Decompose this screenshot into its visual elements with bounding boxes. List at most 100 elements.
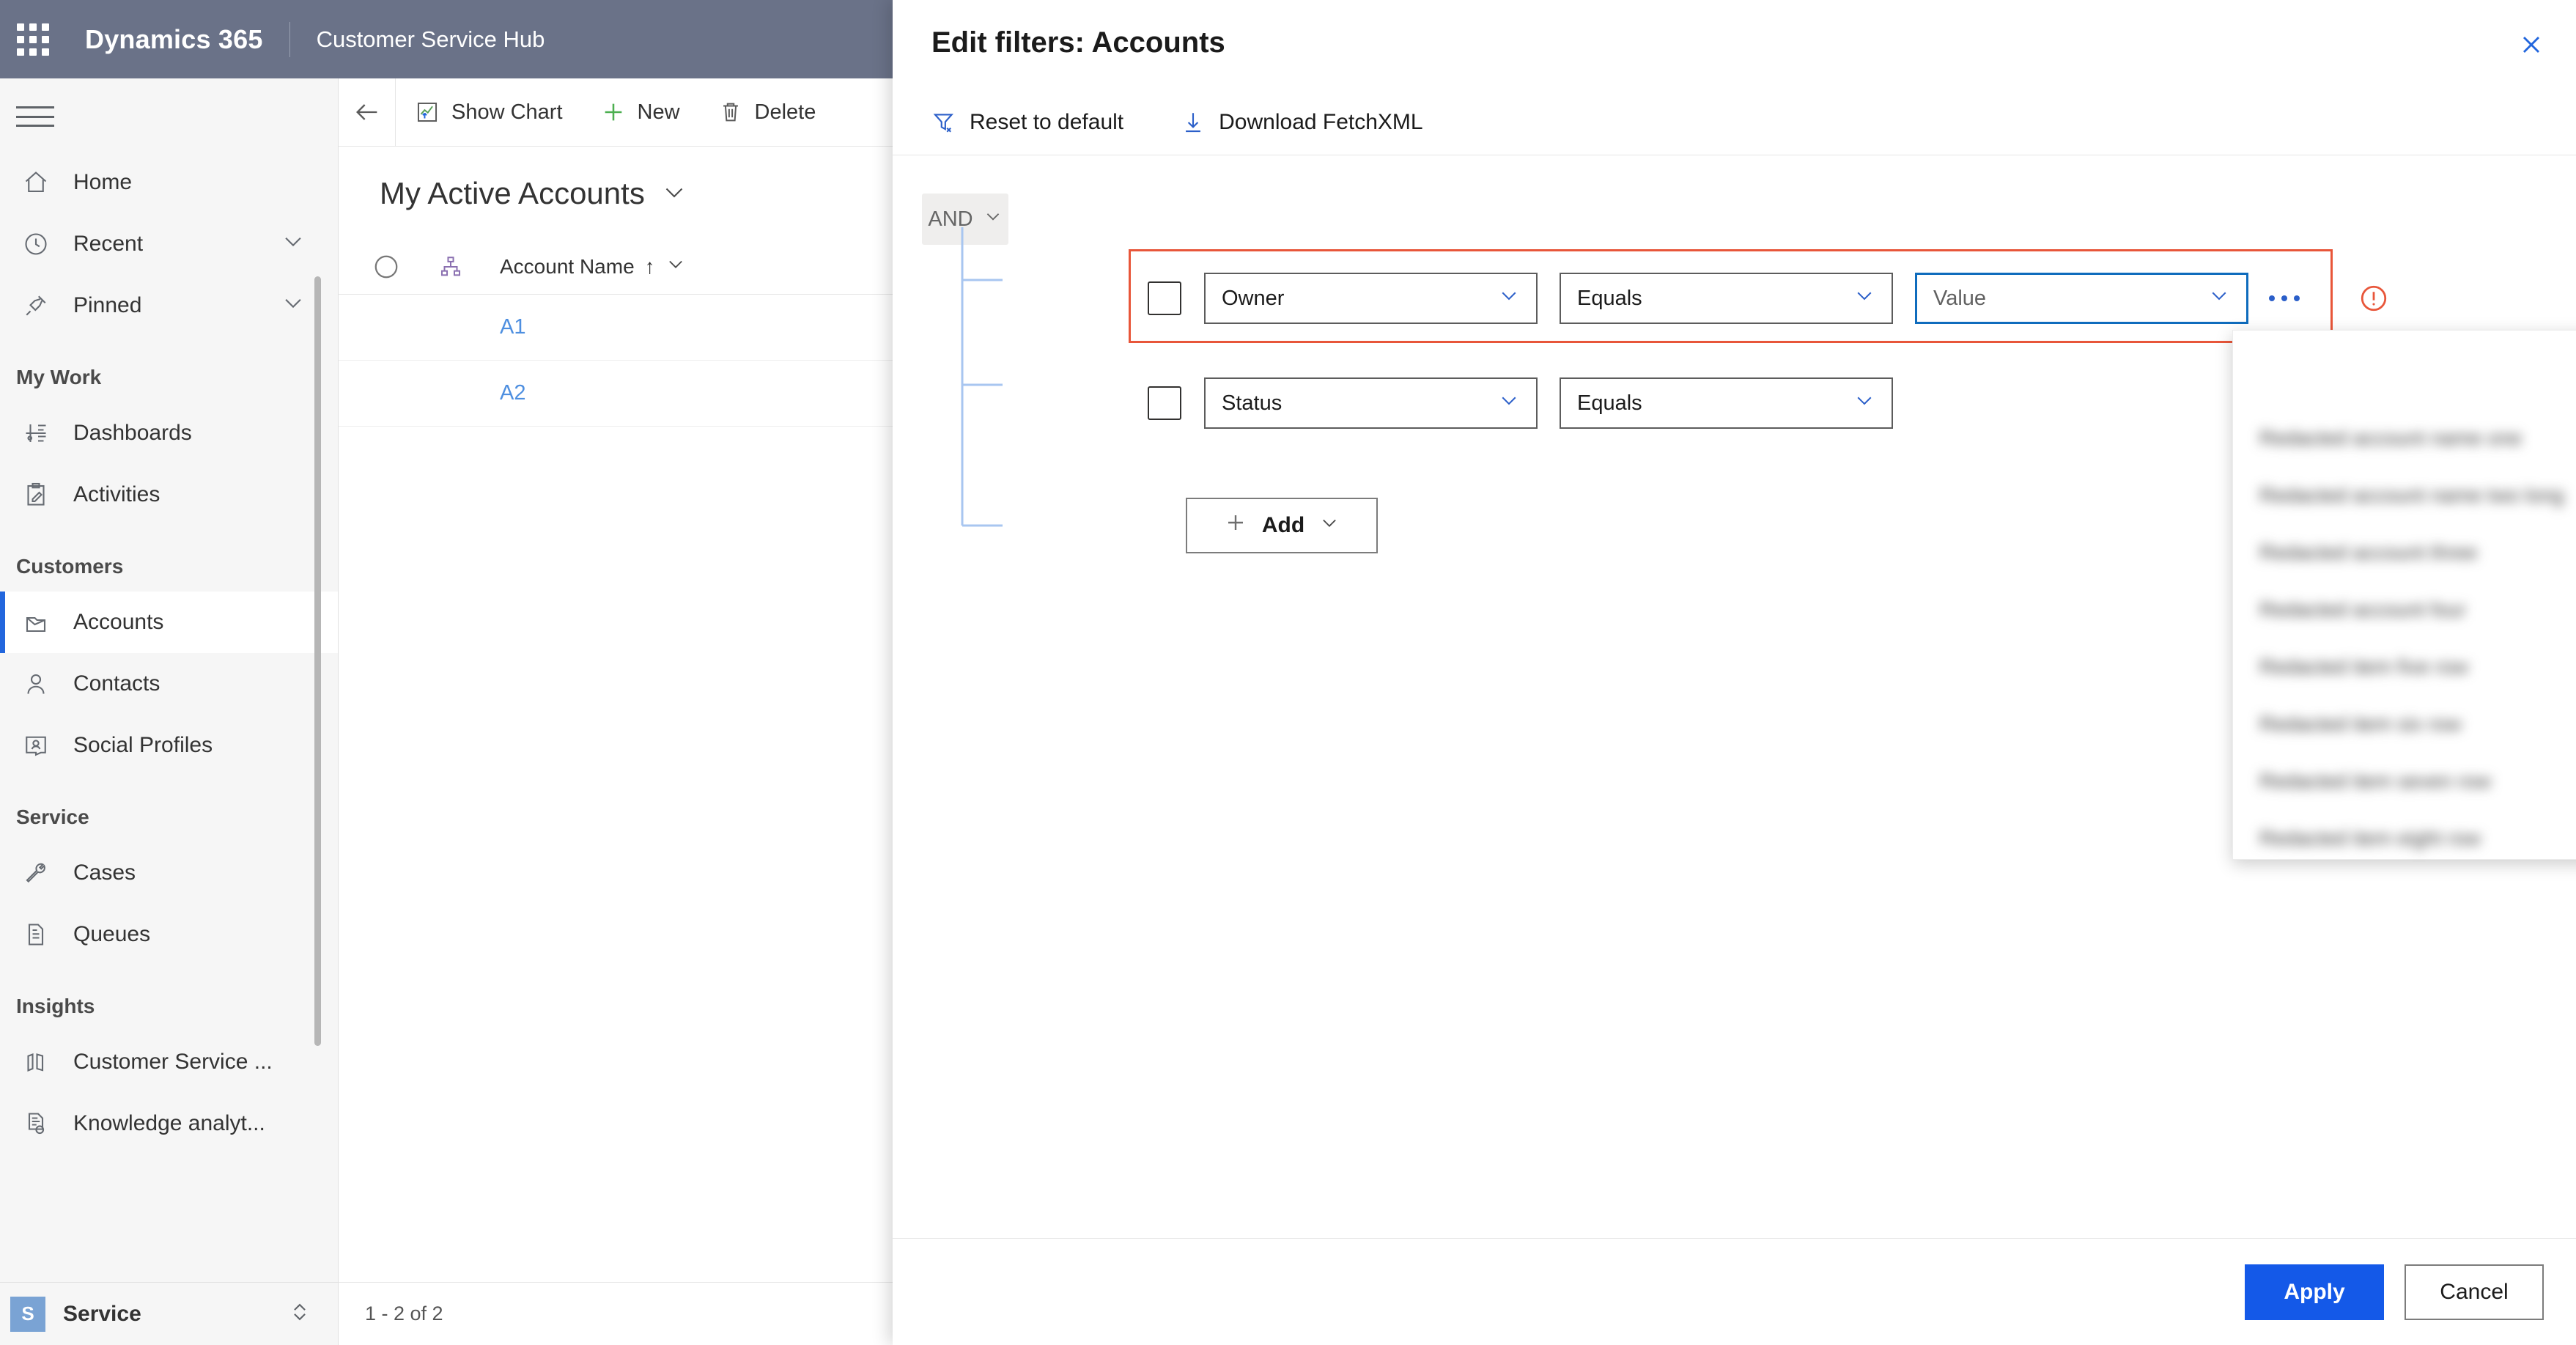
list-item[interactable]: Redacted account three [2233, 524, 2576, 581]
filter-value-text: Value [1933, 286, 1987, 310]
logic-operator-and[interactable]: AND [922, 194, 1008, 245]
sidebar-group-insights: Insights [16, 995, 95, 1017]
download-fetchxml-label: Download FetchXML [1219, 109, 1423, 134]
chevron-down-icon[interactable] [665, 254, 686, 279]
chevron-down-icon[interactable] [661, 179, 687, 209]
sidebar-item-label: Accounts [73, 610, 164, 634]
chevron-down-icon [1853, 284, 1875, 312]
sidebar: Home Recent Pinned My Work Dashboards Ac… [0, 78, 339, 1345]
sidebar-item-label: Dashboards [73, 421, 192, 445]
panel-command-bar: Reset to default Download FetchXML [893, 89, 2576, 155]
filter-operator-value: Equals [1577, 286, 1642, 310]
chevron-down-icon [1498, 284, 1520, 312]
list-item[interactable]: Redacted account name two long [2233, 467, 2576, 524]
sidebar-item-label: Knowledge analyt... [73, 1111, 265, 1135]
error-circle-icon [2357, 281, 2391, 315]
clipboard-icon [16, 478, 56, 512]
close-icon[interactable] [2507, 21, 2555, 69]
new-button[interactable]: New [582, 78, 699, 147]
sidebar-item-social-profiles[interactable]: Social Profiles [0, 715, 338, 776]
sidebar-group-service: Service [16, 806, 89, 828]
list-item[interactable]: Redacted item seven row [2233, 753, 2576, 810]
account-name-link[interactable]: A1 [484, 315, 525, 339]
new-label: New [637, 100, 680, 124]
sidebar-item-label: Pinned [73, 293, 142, 317]
filter-value-input[interactable]: Value [1915, 273, 2248, 324]
cancel-button[interactable]: Cancel [2405, 1264, 2544, 1320]
show-chart-label: Show Chart [451, 100, 563, 124]
chevron-down-icon[interactable] [281, 290, 306, 321]
updown-chevron-icon[interactable] [287, 1300, 312, 1328]
page-title: My Active Accounts [380, 176, 645, 210]
chevron-down-icon[interactable] [281, 229, 306, 259]
plus-icon [601, 100, 626, 125]
filter-attribute-value: Owner [1222, 286, 1285, 310]
list-item[interactable]: Redacted item eight row [2233, 810, 2576, 867]
sidebar-item-activities[interactable]: Activities [0, 464, 338, 526]
dropdown-item-list: Redacted account name one Redacted accou… [2233, 331, 2576, 888]
sidebar-item-home[interactable]: Home [0, 152, 338, 213]
sidebar-group-customers: Customers [16, 555, 124, 578]
waffle-grid-icon[interactable] [16, 23, 50, 56]
filter-attribute-select[interactable]: Status [1204, 377, 1538, 429]
filter-attribute-select[interactable]: Owner [1204, 273, 1538, 324]
ellipsis-icon[interactable] [2262, 295, 2307, 301]
sidebar-item-accounts[interactable]: Accounts [0, 592, 338, 653]
chevron-down-icon [983, 207, 1003, 232]
app-root: Dynamics 365 Customer Service Hub Home R… [0, 0, 2576, 1345]
plus-icon [1224, 511, 1247, 540]
sidebar-item-label: Activities [73, 482, 160, 506]
app-name-label: Customer Service Hub [316, 26, 545, 52]
sidebar-scrollbar[interactable] [314, 276, 321, 1046]
hamburger-icon[interactable] [16, 102, 56, 131]
sidebar-item-pinned[interactable]: Pinned [0, 275, 338, 336]
sidebar-item-dashboards[interactable]: Dashboards [0, 402, 338, 464]
select-all-circle-icon[interactable] [355, 253, 418, 281]
list-item[interactable]: Redacted item five row [2233, 638, 2576, 696]
sidebar-item-knowledge-analytics[interactable]: Knowledge analyt... [0, 1093, 338, 1154]
area-switcher[interactable]: S Service [0, 1282, 339, 1345]
add-filter-label: Add [1261, 513, 1305, 537]
list-item[interactable]: Redacted account four [2233, 581, 2576, 638]
apply-button[interactable]: Apply [2245, 1264, 2384, 1320]
sidebar-item-label: Queues [73, 922, 151, 946]
accounts-icon [16, 605, 56, 639]
add-filter-button[interactable]: Add [1186, 498, 1378, 553]
filter-row: Owner Equals Value [1148, 273, 2391, 324]
sidebar-item-cases[interactable]: Cases [0, 842, 338, 904]
sidebar-item-recent[interactable]: Recent [0, 213, 338, 275]
sidebar-item-label: Home [73, 170, 133, 194]
social-profile-icon [16, 729, 56, 762]
sidebar-item-label: Recent [73, 232, 144, 256]
reset-to-default-label: Reset to default [970, 109, 1124, 134]
filter-attribute-value: Status [1222, 391, 1283, 415]
lookup-dropdown: Advanced lookup Redacted account name on… [2232, 330, 2576, 860]
filter-reset-icon [931, 110, 956, 135]
sidebar-item-contacts[interactable]: Contacts [0, 653, 338, 715]
list-item[interactable]: Redacted account name one [2233, 410, 2576, 467]
filter-builder: AND Owner Equals Value Status Equals Add… [893, 155, 2576, 860]
show-chart-button[interactable]: Show Chart [396, 78, 582, 147]
sidebar-primary-nav: Home Recent Pinned My Work Dashboards Ac… [0, 152, 338, 1154]
record-count-label: 1 - 2 of 2 [365, 1302, 443, 1324]
home-icon [16, 166, 56, 199]
filter-operator-select[interactable]: Equals [1560, 377, 1893, 429]
filter-row-checkbox[interactable] [1148, 281, 1181, 315]
queue-icon [16, 918, 56, 951]
delete-label: Delete [754, 100, 816, 124]
wrench-icon [16, 856, 56, 890]
back-arrow-icon[interactable] [339, 78, 396, 147]
filter-row-checkbox[interactable] [1148, 386, 1181, 420]
delete-button[interactable]: Delete [699, 78, 835, 147]
filter-operator-select[interactable]: Equals [1560, 273, 1893, 324]
download-fetchxml-button[interactable]: Download FetchXML [1181, 109, 1423, 135]
reset-to-default-button[interactable]: Reset to default [931, 110, 1123, 135]
column-header-account-name[interactable]: Account Name ↑ [484, 254, 686, 279]
sidebar-group-my-work: My Work [16, 366, 102, 388]
brand-title: Dynamics 365 [85, 23, 263, 54]
sidebar-item-queues[interactable]: Queues [0, 904, 338, 965]
filter-row: Status Equals [1148, 377, 1893, 429]
sidebar-item-customer-service-analytics[interactable]: Customer Service ... [0, 1031, 338, 1093]
list-item[interactable]: Redacted item six row [2233, 696, 2576, 753]
account-name-link[interactable]: A2 [484, 381, 525, 405]
